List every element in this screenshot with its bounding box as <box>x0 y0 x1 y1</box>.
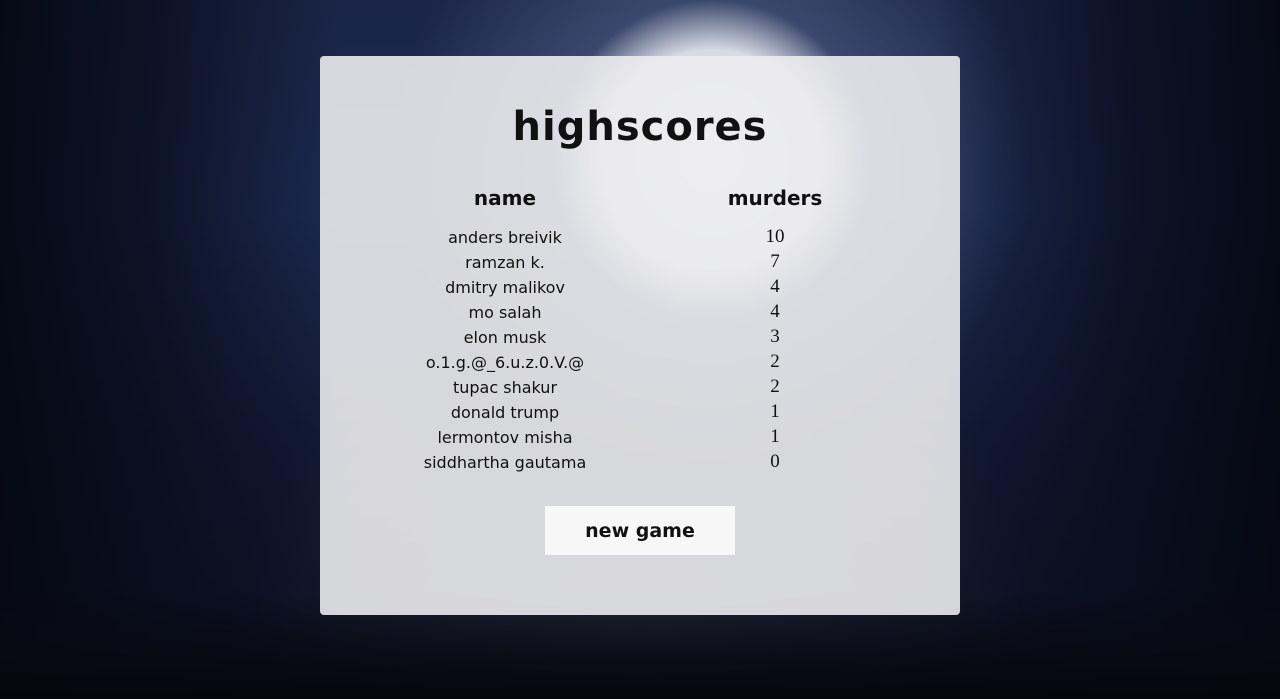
table-row: tupac shakur 2 <box>320 374 960 399</box>
player-score: 10 <box>765 226 785 247</box>
player-name: tupac shakur <box>452 378 558 397</box>
player-name: ramzan k. <box>465 253 545 272</box>
player-name: anders breivik <box>448 228 562 247</box>
player-name: siddhartha gautama <box>423 453 587 472</box>
player-score: 0 <box>770 451 780 472</box>
player-name: elon musk <box>463 328 547 347</box>
player-score: 7 <box>770 251 780 272</box>
player-name: o.1.g.@_6.u.z.0.V.@ <box>425 353 585 372</box>
player-name: donald trump <box>450 403 560 422</box>
table-row: o.1.g.@_6.u.z.0.V.@ 2 <box>320 349 960 374</box>
player-name: mo salah <box>468 303 542 322</box>
player-name: dmitry malikov <box>445 278 565 297</box>
name-column-header: name <box>473 186 537 210</box>
player-score: 4 <box>770 276 780 297</box>
table-row: donald trump 1 <box>320 399 960 424</box>
player-score: 2 <box>770 351 780 372</box>
murders-column-header: murders <box>727 186 823 210</box>
player-score: 3 <box>770 326 780 347</box>
table-row: anders breivik 10 <box>320 224 960 249</box>
table-row: ramzan k. 7 <box>320 249 960 274</box>
page-title: highscores <box>512 104 768 150</box>
player-name: lermontov misha <box>437 428 573 447</box>
player-score: 1 <box>770 401 780 422</box>
highscores-table: name murders anders breivik 10 ramzan k.… <box>320 184 960 474</box>
player-score: 1 <box>770 426 780 447</box>
table-row: lermontov misha 1 <box>320 424 960 449</box>
table-row: elon musk 3 <box>320 324 960 349</box>
table-header: name murders <box>320 184 960 224</box>
table-row: dmitry malikov 4 <box>320 274 960 299</box>
new-game-button[interactable]: new game <box>545 506 735 555</box>
table-row: mo salah 4 <box>320 299 960 324</box>
player-score: 4 <box>770 301 780 322</box>
table-row: siddhartha gautama 0 <box>320 449 960 474</box>
player-score: 2 <box>770 376 780 397</box>
